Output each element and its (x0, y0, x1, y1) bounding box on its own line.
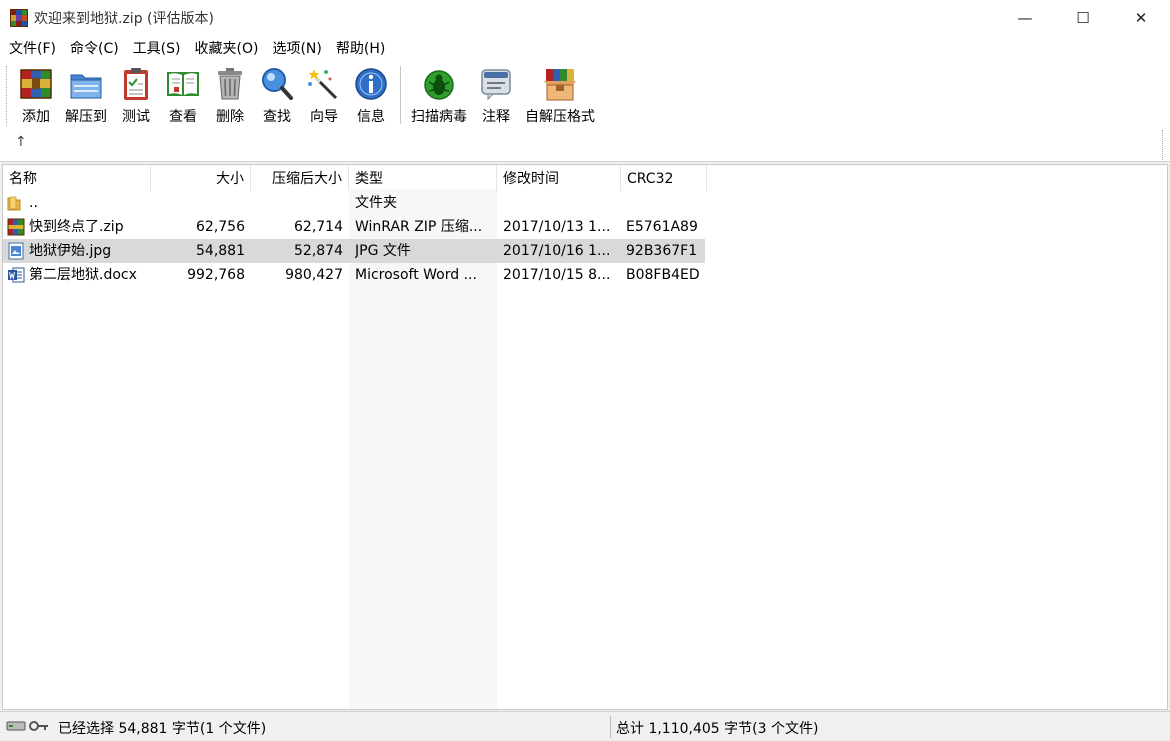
file-list[interactable]: 名称 大小 压缩后大小 类型 修改时间 CRC32 ^ .. 文件夹 快到终点了… (2, 164, 1168, 710)
file-size: 54,881 (196, 243, 245, 259)
file-type: 文件夹 (355, 195, 397, 211)
file-crc: E5761A89 (626, 219, 698, 235)
total-status: 总计 1,110,405 字节(3 个文件) (616, 721, 819, 737)
up-folder-button[interactable]: ↑ (15, 134, 27, 150)
status-divider (610, 716, 611, 738)
close-button[interactable]: ✕ (1112, 0, 1170, 36)
info-button[interactable]: 信息 (349, 62, 393, 126)
file-packed-size: 980,427 (285, 267, 343, 283)
list-item[interactable]: 快到终点了.zip 62,756 62,714 WinRAR ZIP 压缩...… (3, 215, 705, 239)
extract-to-button-label: 解压到 (65, 109, 107, 125)
file-name: .. (29, 195, 38, 211)
info-button-label: 信息 (357, 109, 385, 125)
trash-can-icon (212, 66, 248, 102)
folder-icon (7, 194, 25, 212)
toolbar: 添加 解压到 测试 查看 删除 查找 向导 信息 扫描病毒 注释 自解压格式 (0, 62, 1170, 130)
file-modified: 2017/10/13 1... (503, 219, 611, 235)
file-size: 992,768 (187, 267, 245, 283)
file-size: 62,756 (196, 219, 245, 235)
list-item[interactable]: 第二层地狱.docx 992,768 980,427 Microsoft Wor… (3, 263, 705, 287)
clipboard-check-icon (118, 66, 154, 102)
drive-icon[interactable] (6, 718, 26, 738)
sort-ascending-icon: ^ (417, 164, 426, 172)
comment-button-label: 注释 (482, 109, 510, 125)
comment-note-icon (478, 66, 514, 102)
add-button-label: 添加 (22, 109, 50, 125)
file-crc: B08FB4ED (626, 267, 700, 283)
toolbar-grip[interactable] (6, 66, 12, 126)
file-packed-size: 62,714 (294, 219, 343, 235)
list-item-selected[interactable]: 地狱伊始.jpg 54,881 52,874 JPG 文件 2017/10/16… (3, 239, 705, 263)
column-header-row: 名称 大小 压缩后大小 类型 修改时间 CRC32 ^ (3, 165, 1167, 191)
file-modified: 2017/10/15 8... (503, 267, 611, 283)
column-header-name[interactable]: 名称 (3, 165, 151, 191)
menu-options[interactable]: 选项(N) (265, 36, 328, 62)
virus-bug-icon (421, 66, 457, 102)
winrar-archive-icon (7, 218, 25, 236)
address-bar: ↑ (0, 130, 1170, 162)
magic-wand-icon (306, 66, 342, 102)
file-type: Microsoft Word ... (355, 267, 477, 283)
extract-to-button[interactable]: 解压到 (61, 62, 111, 126)
toolbar-separator (400, 66, 401, 124)
status-bar: 已经选择 54,881 字节(1 个文件) 总计 1,110,405 字节(3 … (0, 711, 1170, 741)
menu-help[interactable]: 帮助(H) (329, 36, 392, 62)
open-book-icon (165, 66, 201, 102)
sfx-archive-box-icon (542, 66, 578, 102)
comment-button[interactable]: 注释 (474, 62, 518, 126)
info-icon (353, 66, 389, 102)
add-archive-icon (18, 66, 54, 102)
test-button-label: 测试 (122, 109, 150, 125)
sfx-button[interactable]: 自解压格式 (521, 62, 599, 126)
find-button[interactable]: 查找 (255, 62, 299, 126)
winrar-app-icon (10, 9, 28, 27)
sfx-button-label: 自解压格式 (525, 109, 595, 125)
find-button-label: 查找 (263, 109, 291, 125)
column-header-modified[interactable]: 修改时间 (497, 165, 621, 191)
maximize-button[interactable]: ☐ (1054, 0, 1112, 36)
view-button[interactable]: 查看 (161, 62, 205, 126)
extract-folder-icon (68, 66, 104, 102)
magnifier-icon (259, 66, 295, 102)
column-header-size[interactable]: 大小 (151, 165, 251, 191)
menu-tools[interactable]: 工具(S) (126, 36, 188, 62)
delete-button-label: 删除 (216, 109, 244, 125)
file-name: 地狱伊始.jpg (29, 243, 112, 259)
scan-virus-button[interactable]: 扫描病毒 (407, 62, 471, 126)
file-type: WinRAR ZIP 压缩... (355, 219, 483, 235)
minimize-button[interactable]: — (996, 0, 1054, 36)
window-title: 欢迎来到地狱.zip (评估版本) (34, 11, 214, 27)
selection-status: 已经选择 54,881 字节(1 个文件) (58, 721, 267, 737)
test-button[interactable]: 测试 (114, 62, 158, 126)
list-item[interactable]: .. 文件夹 (3, 191, 705, 215)
file-name: 快到终点了.zip (29, 219, 124, 235)
menu-commands[interactable]: 命令(C) (63, 36, 126, 62)
column-header-crc[interactable]: CRC32 (621, 165, 707, 191)
scan-virus-button-label: 扫描病毒 (411, 109, 467, 125)
key-icon[interactable] (28, 718, 50, 738)
file-type: JPG 文件 (355, 243, 411, 259)
image-file-icon (7, 242, 25, 260)
wizard-button[interactable]: 向导 (302, 62, 346, 126)
address-bar-grip[interactable] (1162, 130, 1164, 160)
menu-file[interactable]: 文件(F) (2, 36, 63, 62)
file-crc: 92B367F1 (626, 243, 698, 259)
file-packed-size: 52,874 (294, 243, 343, 259)
word-document-icon (7, 266, 25, 284)
add-button[interactable]: 添加 (14, 62, 58, 126)
menu-bar: 文件(F) 命令(C) 工具(S) 收藏夹(O) 选项(N) 帮助(H) (0, 36, 1170, 62)
file-modified: 2017/10/16 1... (503, 243, 611, 259)
view-button-label: 查看 (169, 109, 197, 125)
wizard-button-label: 向导 (310, 109, 338, 125)
title-bar: 欢迎来到地狱.zip (评估版本) — ☐ ✕ (0, 0, 1170, 36)
file-name: 第二层地狱.docx (29, 267, 137, 283)
column-header-packed[interactable]: 压缩后大小 (251, 165, 349, 191)
menu-favorites[interactable]: 收藏夹(O) (188, 36, 266, 62)
delete-button[interactable]: 删除 (208, 62, 252, 126)
